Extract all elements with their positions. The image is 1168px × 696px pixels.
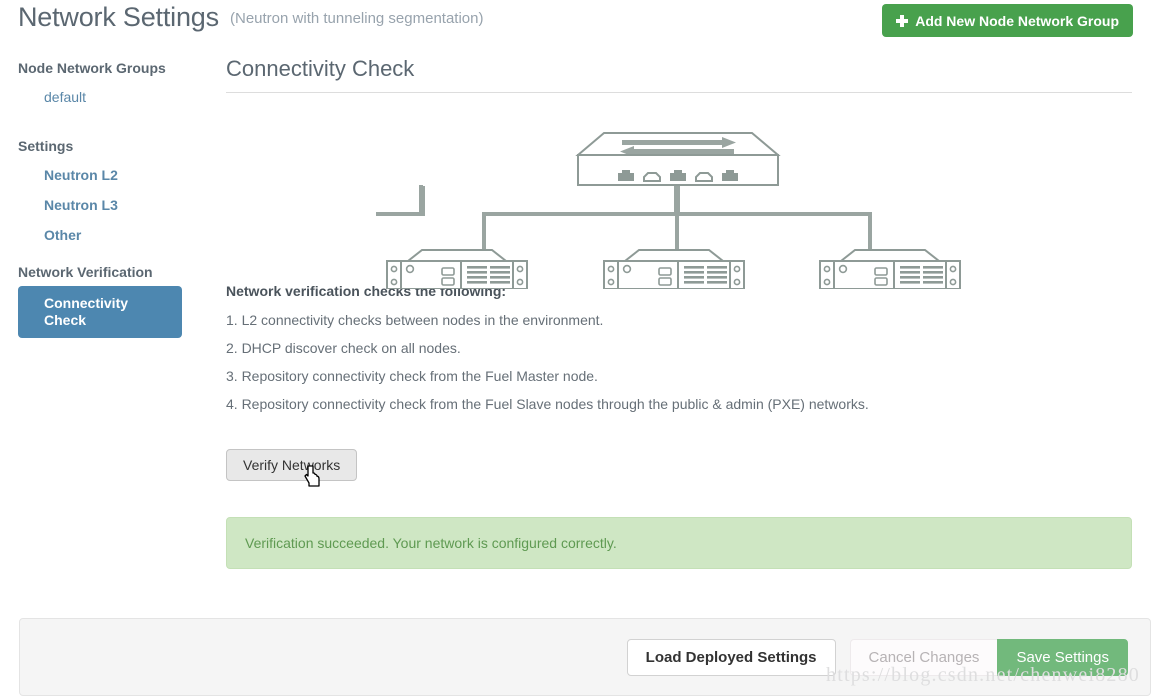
- network-topology-diagram: [226, 93, 1132, 289]
- sidebar-item-neutron-l2[interactable]: Neutron L2: [0, 160, 210, 190]
- page-subtitle: (Neutron with tunneling segmentation): [230, 10, 484, 27]
- verification-item-3: 3. Repository connectivity check from th…: [226, 368, 598, 384]
- add-new-node-network-group-button[interactable]: Add New Node Network Group: [882, 4, 1133, 37]
- sidebar: Node Network Groups default Settings Neu…: [0, 60, 210, 338]
- watermark-text: https://blog.csdn.net/chenwei8280: [826, 664, 1141, 686]
- verification-success-alert: Verification succeeded. Your network is …: [226, 517, 1132, 569]
- cable-right: [674, 185, 872, 251]
- sidebar-item-neutron-l3[interactable]: Neutron L3: [0, 190, 210, 220]
- sidebar-group-title-network-verification: Network Verification: [18, 264, 153, 280]
- sidebar-item-other[interactable]: Other: [0, 220, 210, 250]
- sidebar-group-title-settings: Settings: [18, 138, 74, 154]
- add-button-label: Add New Node Network Group: [915, 12, 1119, 29]
- verification-item-1: 1. L2 connectivity checks between nodes …: [226, 312, 604, 328]
- verification-item-2: 2. DHCP discover check on all nodes.: [226, 340, 461, 356]
- cable-left: [482, 185, 680, 251]
- verification-item-4: 4. Repository connectivity check from th…: [226, 396, 869, 412]
- sidebar-item-default[interactable]: default: [0, 82, 210, 112]
- topology-svg: [376, 132, 961, 289]
- server-node-1: [386, 249, 528, 289]
- plus-icon: [896, 14, 909, 27]
- switch-device: [575, 132, 781, 186]
- section-title: Connectivity Check: [226, 56, 1132, 93]
- load-deployed-settings-button[interactable]: Load Deployed Settings: [626, 639, 836, 676]
- page-header: Network Settings (Neutron with tunneling…: [0, 0, 1168, 50]
- main-content: Connectivity Check Network verification …: [226, 56, 1132, 569]
- verification-description: Network verification checks the followin…: [226, 283, 1132, 412]
- server-node-3: [819, 249, 961, 289]
- sidebar-item-connectivity-check[interactable]: Connectivity Check: [18, 286, 182, 338]
- network-settings-page: Network Settings (Neutron with tunneling…: [0, 0, 1168, 696]
- verify-networks-button[interactable]: Verify Networks: [226, 449, 358, 481]
- server-node-2: [603, 249, 745, 289]
- page-title: Network Settings: [18, 2, 219, 32]
- sidebar-group-title-node-network-groups: Node Network Groups: [18, 60, 166, 76]
